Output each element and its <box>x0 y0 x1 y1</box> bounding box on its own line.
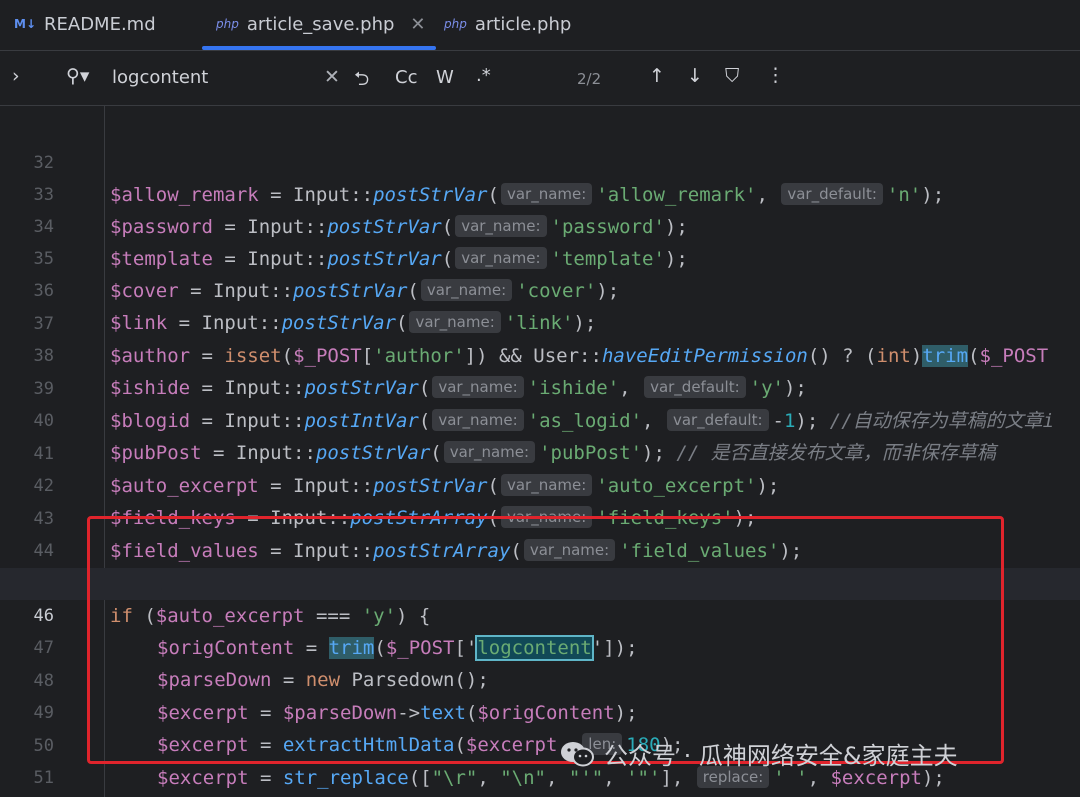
arrow-down-icon[interactable]: ↓ <box>687 65 703 87</box>
clear-icon[interactable]: ✕ <box>324 66 340 88</box>
code-line: 40 $pubPost = Input::postStrVar(var_name… <box>0 373 1080 464</box>
chevron-right-icon[interactable]: › <box>12 65 20 87</box>
arrow-up-icon[interactable]: ↑ <box>649 65 665 87</box>
watermark: 公众号 · 瓜神网络安全&家庭主夫 <box>560 736 958 771</box>
match-case-toggle[interactable]: Cc <box>395 67 417 88</box>
search-icon[interactable]: ⚲▾ <box>66 65 89 87</box>
new-line-icon[interactable]: ⮌ <box>354 65 369 97</box>
code-line: 37 $author = isset($_POST['author']) && … <box>0 276 1080 367</box>
code-line: 32 $allow_remark = Input::postStrVar(var… <box>0 115 1080 206</box>
tab-label: article_save.php <box>246 13 395 35</box>
code-line: 43 $field_values = Input::postStrArray(v… <box>0 471 1080 562</box>
regex-toggle[interactable]: .* <box>476 65 491 86</box>
match-count: 2/2 <box>577 70 602 88</box>
close-icon[interactable]: ✕ <box>410 14 425 35</box>
code-line: 34 $template = Input::postStrVar(var_nam… <box>0 179 1080 270</box>
filter-icon[interactable]: ⛉ <box>725 65 739 87</box>
find-bar: › ⚲▾ logcontent ✕ ⮌ Cc W .* 2/2 ↑ ↓ ⛉ ⋮ <box>0 51 1080 106</box>
search-input[interactable]: logcontent <box>112 67 208 88</box>
wechat-icon <box>561 741 594 766</box>
code-line: 33 $password = Input::postStrVar(var_nam… <box>0 147 1080 238</box>
tab-article-save[interactable]: php article_save.php ✕ <box>202 0 436 50</box>
tab-readme[interactable]: M↓ README.md <box>14 0 156 48</box>
whole-words-toggle[interactable]: W <box>436 67 454 88</box>
editor-tab-bar: M↓ README.md php article_save.php ✕ php … <box>0 0 1080 51</box>
tab-article[interactable]: php article.php <box>444 0 571 48</box>
highlight-annotation-box <box>87 516 1004 764</box>
tab-label: article.php <box>474 13 572 35</box>
tab-label: README.md <box>44 13 156 35</box>
code-line: 36 $link = Input::postStrVar(var_name:'l… <box>0 243 1080 334</box>
php-icon: php <box>444 17 467 31</box>
code-line: 35 $cover = Input::postStrVar(var_name: '… <box>0 211 1080 302</box>
code-line: 38 $ishide = Input::postStrVar(var_name:… <box>0 308 1080 399</box>
code-line: 41 $auto_excerpt = Input::postStrVar(var… <box>0 406 1080 497</box>
code-line: 42 $field_keys = Input::postStrArray(var… <box>0 438 1080 529</box>
php-icon: php <box>216 17 239 31</box>
watermark-text: 公众号 · 瓜神网络安全&家庭主夫 <box>604 742 958 770</box>
code-line: 39 $blogid = Input::postIntVar(var_name:… <box>0 341 1080 432</box>
more-options-icon[interactable]: ⋮ <box>766 64 785 86</box>
markdown-icon: M↓ <box>14 17 36 31</box>
